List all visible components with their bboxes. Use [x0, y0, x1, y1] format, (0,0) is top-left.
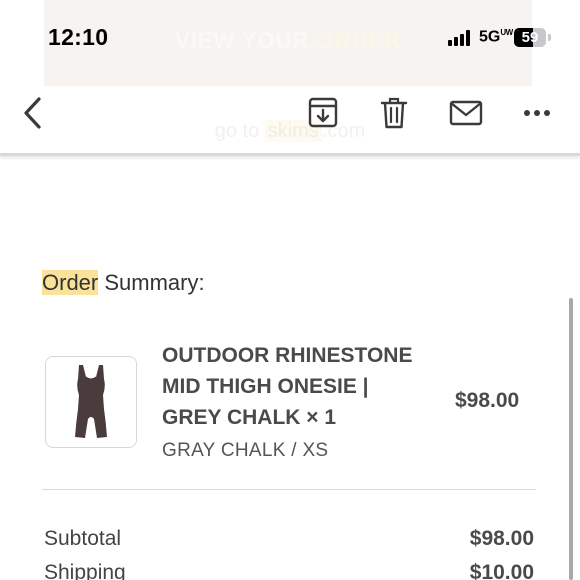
store-link[interactable]: go to skims .com	[0, 120, 580, 143]
battery-cap	[548, 34, 551, 41]
network-type-label: 5GUW	[479, 28, 513, 46]
search-highlight: Order	[42, 270, 99, 295]
move-to-archive-button[interactable]	[304, 96, 342, 130]
product-image[interactable]	[45, 356, 137, 448]
chevron-left-icon	[24, 97, 41, 129]
delete-button[interactable]	[376, 95, 412, 131]
cellular-signal-icon	[448, 30, 474, 46]
product-title-line: OUTDOOR RHINESTONE	[162, 344, 413, 367]
shipping-value: $10.00	[469, 561, 534, 580]
shipping-label: Shipping	[44, 561, 126, 580]
reply-mail-button[interactable]	[446, 98, 486, 128]
envelope-icon	[449, 100, 483, 126]
product-title: OUTDOOR RHINESTONE MID THIGH ONESIE | GR…	[162, 340, 442, 433]
subtotal-value: $98.00	[469, 527, 534, 550]
product-variant: GRAY CHALK / XS	[162, 440, 329, 461]
order-summary-heading: Order Summary:	[42, 270, 205, 295]
onesie-product-image	[75, 365, 107, 438]
trash-icon	[380, 97, 408, 129]
product-price: $98.00	[455, 389, 520, 412]
summary-divider	[42, 489, 536, 490]
product-title-line: GREY CHALK × 1	[162, 406, 337, 429]
email-order-screen: VIEW YOUR ORDER go to skims .com 12:10 5G…	[0, 0, 580, 580]
more-options-button[interactable]	[518, 100, 556, 126]
archive-box-icon	[308, 97, 338, 128]
toolbar-divider	[0, 153, 580, 156]
battery-icon: 59	[514, 28, 546, 47]
status-time: 12:10	[48, 24, 109, 50]
back-button[interactable]	[18, 94, 50, 132]
subtotal-label: Subtotal	[44, 527, 122, 550]
product-title-line: MID THIGH ONESIE |	[162, 375, 369, 398]
ellipsis-icon	[524, 110, 550, 116]
scrollbar[interactable]	[569, 298, 573, 580]
battery-percent: 59	[521, 29, 539, 46]
